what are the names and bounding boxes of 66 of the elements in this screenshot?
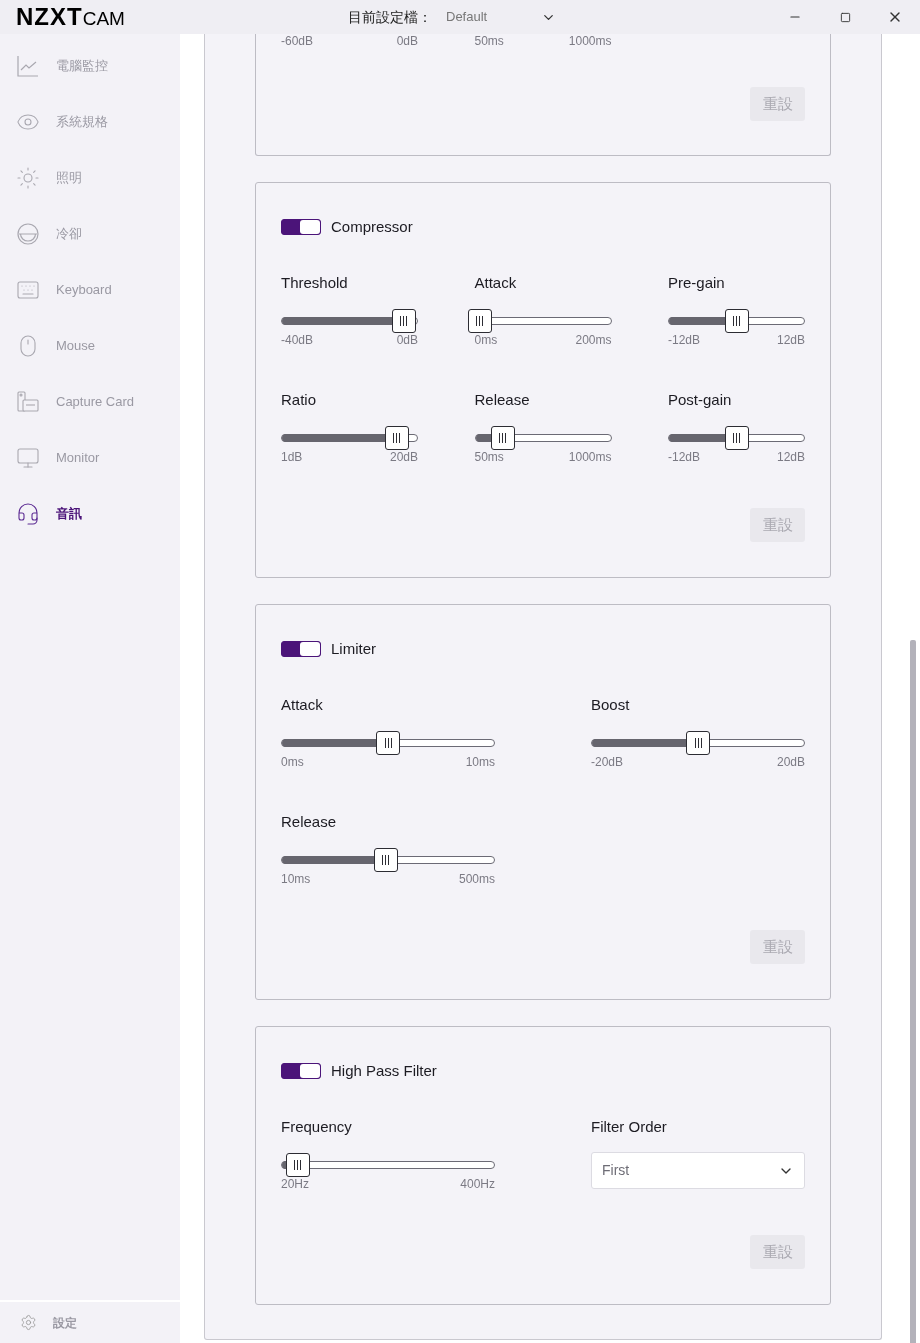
settings-link[interactable]: 設定 — [53, 1313, 77, 1332]
circle-icon — [16, 222, 40, 246]
sidebar-item[interactable]: Mouse — [0, 318, 180, 374]
sidebar-item[interactable]: 系統規格 — [0, 94, 180, 150]
toggle-switch[interactable] — [281, 641, 321, 657]
control-label: Release — [281, 812, 338, 832]
control-label: Pre-gain — [668, 273, 726, 293]
sidebar-item[interactable]: Monitor — [0, 430, 180, 486]
control-label: Post-gain — [668, 390, 733, 410]
keyboard-icon — [16, 278, 40, 302]
scrollbar-thumb[interactable] — [910, 640, 916, 1343]
control-label: Ratio — [281, 390, 318, 410]
range-min: 1dB — [281, 450, 303, 464]
control-label: Filter Order — [591, 1117, 668, 1137]
toggle-switch[interactable] — [281, 219, 321, 235]
card-title: High Pass Filter — [331, 1060, 437, 1081]
range-min: -12dB — [668, 333, 701, 347]
control-label: Release — [474, 390, 531, 410]
range-max: 400Hz — [460, 1177, 495, 1191]
sidebar-item[interactable]: 冷卻 — [0, 206, 180, 262]
maximize-icon — [839, 11, 851, 23]
range-min: -40dB — [281, 333, 314, 347]
range-min: 10ms — [281, 872, 311, 886]
chart-icon — [16, 54, 40, 78]
range-max: 20dB — [389, 450, 418, 464]
toggle-switch[interactable] — [281, 1063, 321, 1079]
card-title: Compressor — [331, 216, 413, 237]
monitor-icon — [16, 446, 40, 470]
device-icon — [16, 390, 40, 414]
range-max: 200ms — [575, 333, 612, 347]
range-max: 20dB — [776, 755, 805, 769]
sidebar-item[interactable]: Keyboard — [0, 262, 180, 318]
range-min: 50ms — [474, 450, 504, 464]
sidebar-item[interactable]: 照明 — [0, 150, 180, 206]
gear-icon — [20, 1314, 37, 1331]
card-title: Limiter — [331, 638, 376, 659]
range-max: 500ms — [458, 872, 495, 886]
sidebar-item[interactable]: 電腦監控 — [0, 38, 180, 94]
range-min: 0ms — [281, 755, 304, 769]
control-label: Threshold — [281, 273, 349, 293]
range-min: -20dB — [591, 755, 624, 769]
range-max: 1000ms — [568, 34, 612, 48]
control-label: Boost — [591, 695, 631, 715]
range-max: 10ms — [465, 755, 495, 769]
range-min: -60dB — [281, 34, 314, 48]
range-max: 12dB — [776, 333, 805, 347]
range-min: 20Hz — [281, 1177, 309, 1191]
range-min: -12dB — [668, 450, 701, 464]
control-label: Frequency — [281, 1117, 353, 1137]
sidebar-item[interactable]: Capture Card — [0, 374, 180, 430]
range-max: 1000ms — [568, 450, 612, 464]
profile-select[interactable]: Default — [446, 7, 556, 27]
range-min: 50ms — [474, 34, 504, 48]
headset-icon — [16, 502, 40, 526]
control-label: Attack — [474, 273, 518, 293]
filter-order-select[interactable]: First — [591, 1152, 805, 1189]
logo-text: NZXT — [16, 5, 83, 29]
range-min: 0ms — [474, 333, 498, 347]
range-max: 12dB — [776, 450, 805, 464]
range-max: 0dB — [396, 333, 418, 347]
range-max: 0dB — [396, 34, 418, 48]
sun-icon — [16, 166, 40, 190]
profile-label: 目前設定檔： — [348, 7, 432, 27]
control-label: Attack — [281, 695, 324, 715]
sidebar-item[interactable]: 音訊 — [0, 486, 180, 542]
logo-subtext: CAM — [82, 9, 125, 29]
